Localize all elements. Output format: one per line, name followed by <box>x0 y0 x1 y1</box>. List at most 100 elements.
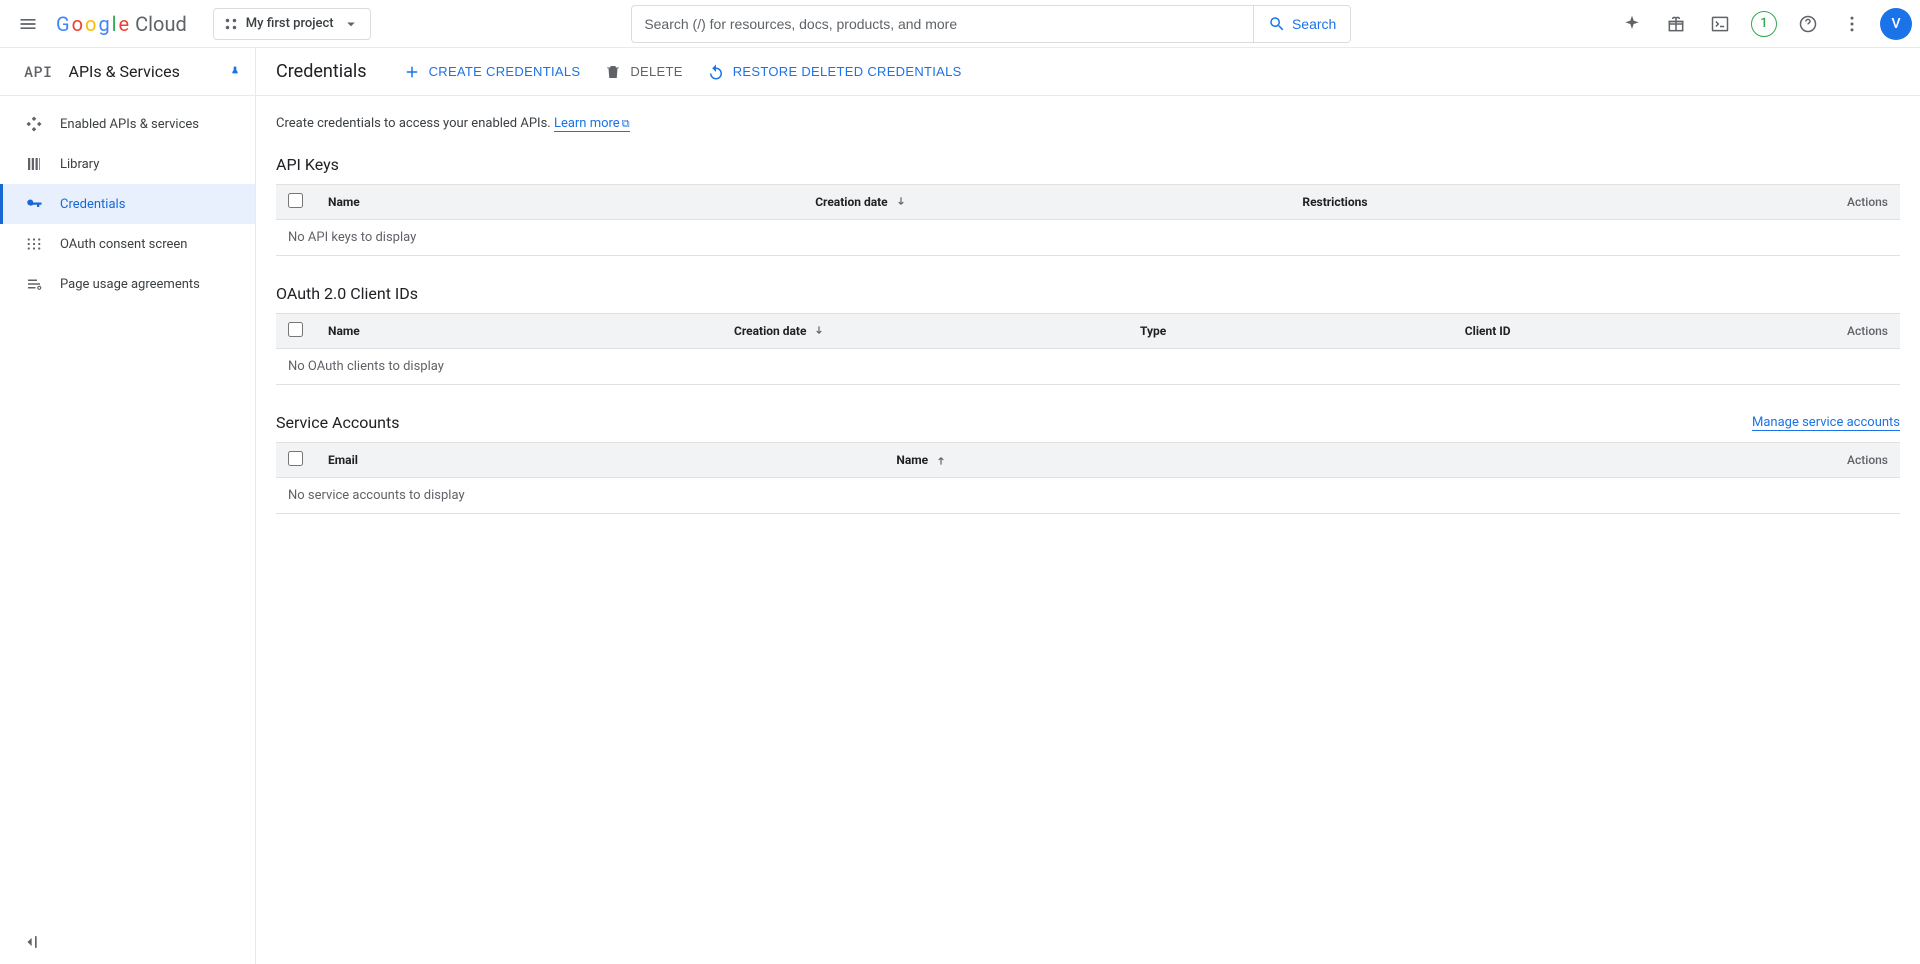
sort-down-icon <box>812 324 826 338</box>
search-button-label: Search <box>1292 16 1336 32</box>
trash-icon <box>604 63 622 81</box>
top-header: Google Cloud My first project Search 1 <box>0 0 1920 48</box>
col-creation-date[interactable]: Creation date <box>722 314 1128 349</box>
section-title: API Keys <box>276 155 339 174</box>
more-button[interactable] <box>1832 4 1872 44</box>
nav-library[interactable]: Library <box>0 144 255 184</box>
key-icon <box>24 194 44 214</box>
logo-cloud-text: Cloud <box>135 12 187 36</box>
select-all-cell <box>276 185 316 220</box>
search-button[interactable]: Search <box>1253 6 1350 42</box>
empty-message: No API keys to display <box>276 220 1900 256</box>
pin-button[interactable] <box>227 64 243 80</box>
empty-row: No service accounts to display <box>276 478 1900 514</box>
help-button[interactable] <box>1788 4 1828 44</box>
library-icon <box>24 154 44 174</box>
section-header: Service Accounts Manage service accounts <box>276 413 1900 432</box>
sidebar-nav: Enabled APIs & services Library Credenti… <box>0 96 255 312</box>
layout: API APIs & Services Enabled APIs & servi… <box>0 48 1920 964</box>
section-header: OAuth 2.0 Client IDs <box>276 284 1900 303</box>
nav-label: OAuth consent screen <box>60 237 187 252</box>
search-input[interactable] <box>632 7 1253 41</box>
nav-enabled-apis[interactable]: Enabled APIs & services <box>0 104 255 144</box>
section-header: API Keys <box>276 155 1900 174</box>
agreement-icon <box>24 274 44 294</box>
col-type[interactable]: Type <box>1128 314 1453 349</box>
section-title: Service Accounts <box>276 413 399 432</box>
chevron-left-icon <box>20 932 40 952</box>
gemini-button[interactable] <box>1612 4 1652 44</box>
select-all-cell <box>276 443 316 478</box>
nav-label: Enabled APIs & services <box>60 117 199 132</box>
enabled-apis-icon <box>24 114 44 134</box>
nav-label: Credentials <box>60 197 125 212</box>
terminal-icon <box>1710 14 1730 34</box>
col-creation-date[interactable]: Creation date <box>803 185 1290 220</box>
sidebar: API APIs & Services Enabled APIs & servi… <box>0 48 256 964</box>
sparkle-icon <box>1622 14 1642 34</box>
nav-menu-button[interactable] <box>8 4 48 44</box>
sort-up-icon <box>934 453 948 467</box>
project-icon <box>224 17 238 31</box>
project-name: My first project <box>246 16 334 31</box>
gift-button[interactable] <box>1656 4 1696 44</box>
section-oauth-clients: OAuth 2.0 Client IDs Name Creation date … <box>276 284 1900 385</box>
nav-label: Page usage agreements <box>60 277 200 292</box>
sidebar-collapse-button[interactable] <box>20 932 44 956</box>
nav-page-usage[interactable]: Page usage agreements <box>0 264 255 304</box>
select-all-checkbox[interactable] <box>288 451 303 466</box>
create-label: CREATE CREDENTIALS <box>429 64 581 79</box>
empty-message: No service accounts to display <box>276 478 1900 514</box>
restore-label: RESTORE DELETED CREDENTIALS <box>733 64 962 79</box>
nav-oauth-consent[interactable]: OAuth consent screen <box>0 224 255 264</box>
section-api-keys: API Keys Name Creation date Restrictions… <box>276 155 1900 256</box>
delete-button[interactable]: DELETE <box>604 63 682 81</box>
select-all-checkbox[interactable] <box>288 193 303 208</box>
plus-icon <box>403 63 421 81</box>
gift-icon <box>1666 14 1686 34</box>
help-icon <box>1798 14 1818 34</box>
cloud-shell-button[interactable] <box>1700 4 1740 44</box>
pin-icon <box>227 64 243 80</box>
col-name[interactable]: Name <box>316 314 722 349</box>
section-title: OAuth 2.0 Client IDs <box>276 284 418 303</box>
header-right: 1 V <box>1612 4 1912 44</box>
search-container: Search <box>379 5 1604 43</box>
sidebar-title: APIs & Services <box>69 62 180 81</box>
api-keys-table: Name Creation date Restrictions Actions … <box>276 184 1900 256</box>
col-name[interactable]: Name <box>884 443 1431 478</box>
sidebar-header: API APIs & Services <box>0 48 255 96</box>
notifications-button[interactable]: 1 <box>1744 4 1784 44</box>
section-service-accounts: Service Accounts Manage service accounts… <box>276 413 1900 514</box>
intro-text: Create credentials to access your enable… <box>276 116 1900 131</box>
nav-credentials[interactable]: Credentials <box>0 184 255 224</box>
empty-message: No OAuth clients to display <box>276 349 1900 385</box>
col-client-id[interactable]: Client ID <box>1453 314 1685 349</box>
col-restrictions[interactable]: Restrictions <box>1290 185 1643 220</box>
project-selector[interactable]: My first project <box>213 8 371 40</box>
learn-more-link[interactable]: Learn more⧉ <box>554 116 630 132</box>
dropdown-icon <box>342 15 360 33</box>
restore-button[interactable]: RESTORE DELETED CREDENTIALS <box>707 63 962 81</box>
consent-icon <box>24 234 44 254</box>
sort-down-icon <box>894 195 908 209</box>
api-icon: API <box>24 62 53 82</box>
action-bar: Credentials CREATE CREDENTIALS DELETE RE… <box>256 48 1920 96</box>
col-name[interactable]: Name <box>316 185 803 220</box>
content: Create credentials to access your enable… <box>256 96 1920 562</box>
google-cloud-logo[interactable]: Google Cloud <box>56 12 187 36</box>
create-credentials-button[interactable]: CREATE CREDENTIALS <box>403 63 581 81</box>
col-actions: Actions <box>1431 443 1900 478</box>
restore-icon <box>707 63 725 81</box>
user-avatar[interactable]: V <box>1880 8 1912 40</box>
manage-service-accounts-link[interactable]: Manage service accounts <box>1752 415 1900 431</box>
empty-row: No API keys to display <box>276 220 1900 256</box>
trial-badge: 1 <box>1751 11 1777 37</box>
select-all-checkbox[interactable] <box>288 322 303 337</box>
col-actions: Actions <box>1684 314 1900 349</box>
col-email[interactable]: Email <box>316 443 884 478</box>
empty-row: No OAuth clients to display <box>276 349 1900 385</box>
col-actions: Actions <box>1643 185 1900 220</box>
main-content: Credentials CREATE CREDENTIALS DELETE RE… <box>256 48 1920 964</box>
search-box: Search <box>631 5 1351 43</box>
